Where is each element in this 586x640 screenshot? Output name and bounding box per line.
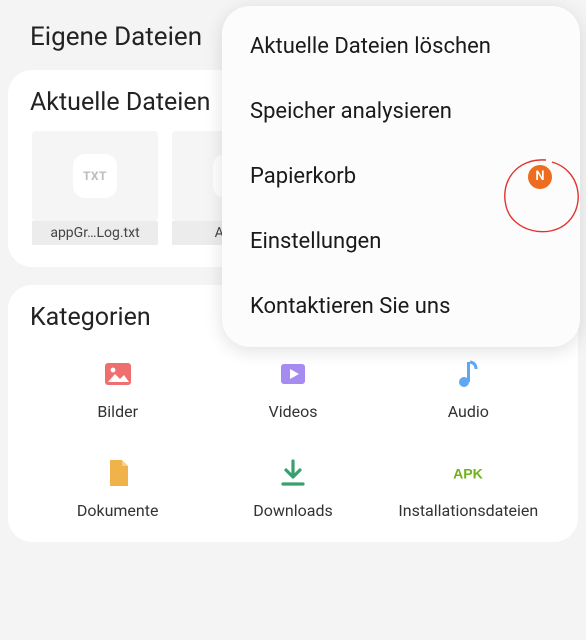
menu-trash[interactable]: Papierkorb N [222,144,580,209]
category-label: Downloads [253,501,332,520]
image-icon [100,356,136,392]
menu-clear-recent[interactable]: Aktuelle Dateien löschen [222,14,580,79]
menu-settings[interactable]: Einstellungen [222,209,580,274]
category-label: Dokumente [77,501,159,520]
menu-item-label: Papierkorb [250,164,356,189]
file-name: appGr…Log.txt [32,221,158,245]
menu-item-label: Einstellungen [250,229,381,254]
txt-icon: TXT [73,154,117,198]
category-label: Audio [448,402,489,421]
file-item[interactable]: TXT appGr…Log.txt [30,131,160,245]
audio-icon [450,356,486,392]
file-thumbnail: TXT [32,131,158,221]
download-icon [275,455,311,491]
menu-item-label: Kontaktieren Sie uns [250,294,450,319]
menu-item-label: Aktuelle Dateien löschen [250,34,491,59]
menu-contact-us[interactable]: Kontaktieren Sie uns [222,274,580,339]
svg-text:APK: APK [453,465,484,481]
category-documents[interactable]: Dokumente [30,455,205,520]
new-badge: N [528,165,552,189]
category-label: Installationsdateien [398,501,538,520]
menu-analyze-storage[interactable]: Speicher analysieren [222,79,580,144]
category-apk[interactable]: APK Installationsdateien [381,455,556,520]
overflow-menu: Aktuelle Dateien löschen Speicher analys… [222,6,580,347]
category-label: Videos [269,402,318,421]
apk-icon: APK [450,455,486,491]
categories-grid: Bilder Videos Audio Dokumente Downloads [30,346,556,520]
document-icon [100,455,136,491]
video-icon [275,356,311,392]
category-label: Bilder [97,402,138,421]
category-audio[interactable]: Audio [381,356,556,421]
category-downloads[interactable]: Downloads [205,455,380,520]
category-videos[interactable]: Videos [205,356,380,421]
menu-item-label: Speicher analysieren [250,99,452,124]
category-images[interactable]: Bilder [30,356,205,421]
